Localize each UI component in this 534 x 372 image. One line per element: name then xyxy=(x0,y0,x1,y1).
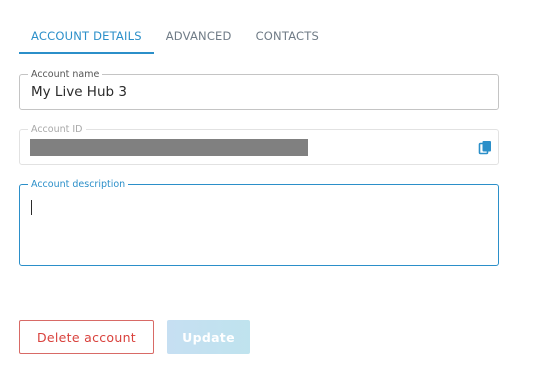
tab-contacts[interactable]: CONTACTS xyxy=(244,20,331,45)
tab-bar: ACCOUNT DETAILS ADVANCED CONTACTS xyxy=(19,20,331,54)
delete-account-button[interactable]: Delete account xyxy=(19,320,154,354)
copy-icon[interactable] xyxy=(478,140,493,155)
account-description-label: Account description xyxy=(28,179,129,190)
account-id-field: Account ID xyxy=(19,124,499,165)
account-description-field[interactable]: Account description xyxy=(19,179,499,266)
account-id-label: Account ID xyxy=(28,124,86,135)
account-id-redacted-value xyxy=(30,139,308,156)
update-button[interactable]: Update xyxy=(167,320,250,354)
account-name-field[interactable]: Account name My Live Hub 3 xyxy=(19,69,499,110)
account-name-input[interactable]: My Live Hub 3 xyxy=(31,84,127,100)
text-cursor xyxy=(31,200,32,215)
tab-advanced[interactable]: ADVANCED xyxy=(154,20,244,45)
account-name-label: Account name xyxy=(28,69,103,80)
tab-account-details[interactable]: ACCOUNT DETAILS xyxy=(19,20,154,54)
